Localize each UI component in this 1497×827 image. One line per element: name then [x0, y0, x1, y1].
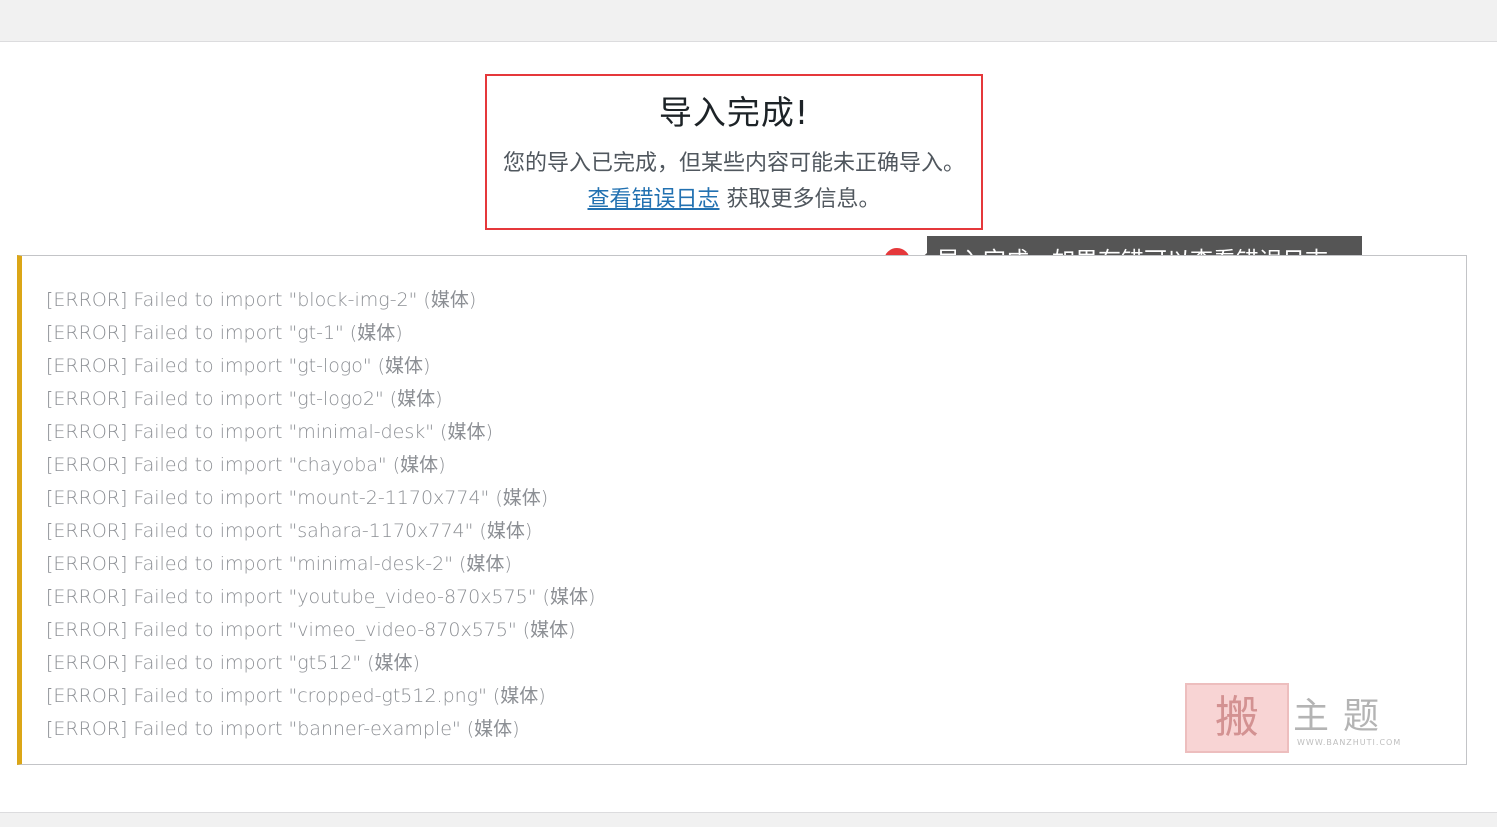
error-log-entry: [ERROR] Failed to import "gt-logo" (媒体) — [46, 355, 431, 377]
error-log-list: [ERROR] Failed to import "block-img-2" (… — [22, 256, 1466, 746]
error-log-entry: [ERROR] Failed to import "gt-logo2" (媒体) — [46, 388, 443, 410]
view-error-log-link[interactable]: 查看错误日志 — [587, 187, 719, 212]
error-log-entry: [ERROR] Failed to import "minimal-desk-2… — [46, 553, 512, 575]
watermark-seal: 搬 — [1185, 683, 1289, 753]
import-complete-description: 您的导入已完成，但某些内容可能未正确导入。 查看错误日志 获取更多信息。 — [487, 146, 981, 218]
error-log-entry: [ERROR] Failed to import "block-img-2" (… — [46, 289, 477, 311]
error-log-entry: [ERROR] Failed to import "minimal-desk" … — [46, 421, 493, 443]
more-info-text: 获取更多信息。 — [719, 187, 881, 212]
import-complete-title: 导入完成! — [658, 93, 810, 132]
import-description-text: 您的导入已完成，但某些内容可能未正确导入。 — [502, 151, 965, 176]
error-log-entry: [ERROR] Failed to import "sahara-1170x77… — [46, 520, 533, 542]
watermark: 搬 主题 WWW.BANZHUTI.COM — [1185, 683, 1415, 753]
error-log-entry: [ERROR] Failed to import "mount-2-1170x7… — [46, 487, 549, 509]
error-log-entry: [ERROR] Failed to import "chayoba" (媒体) — [46, 454, 446, 476]
import-complete-highlight: 导入完成! 您的导入已完成，但某些内容可能未正确导入。 查看错误日志 获取更多信… — [485, 74, 983, 230]
error-log-entry: [ERROR] Failed to import "youtube_video-… — [46, 586, 596, 608]
error-log-entry: [ERROR] Failed to import "gt-1" (媒体) — [46, 322, 403, 344]
admin-top-bar — [0, 0, 1497, 42]
error-log-entry: [ERROR] Failed to import "vimeo_video-87… — [46, 619, 576, 641]
watermark-url: WWW.BANZHUTI.COM — [1297, 738, 1402, 747]
watermark-text: 主题 — [1293, 696, 1394, 737]
admin-bottom-bar — [0, 812, 1497, 827]
error-log-entry: [ERROR] Failed to import "gt512" (媒体) — [46, 652, 420, 674]
